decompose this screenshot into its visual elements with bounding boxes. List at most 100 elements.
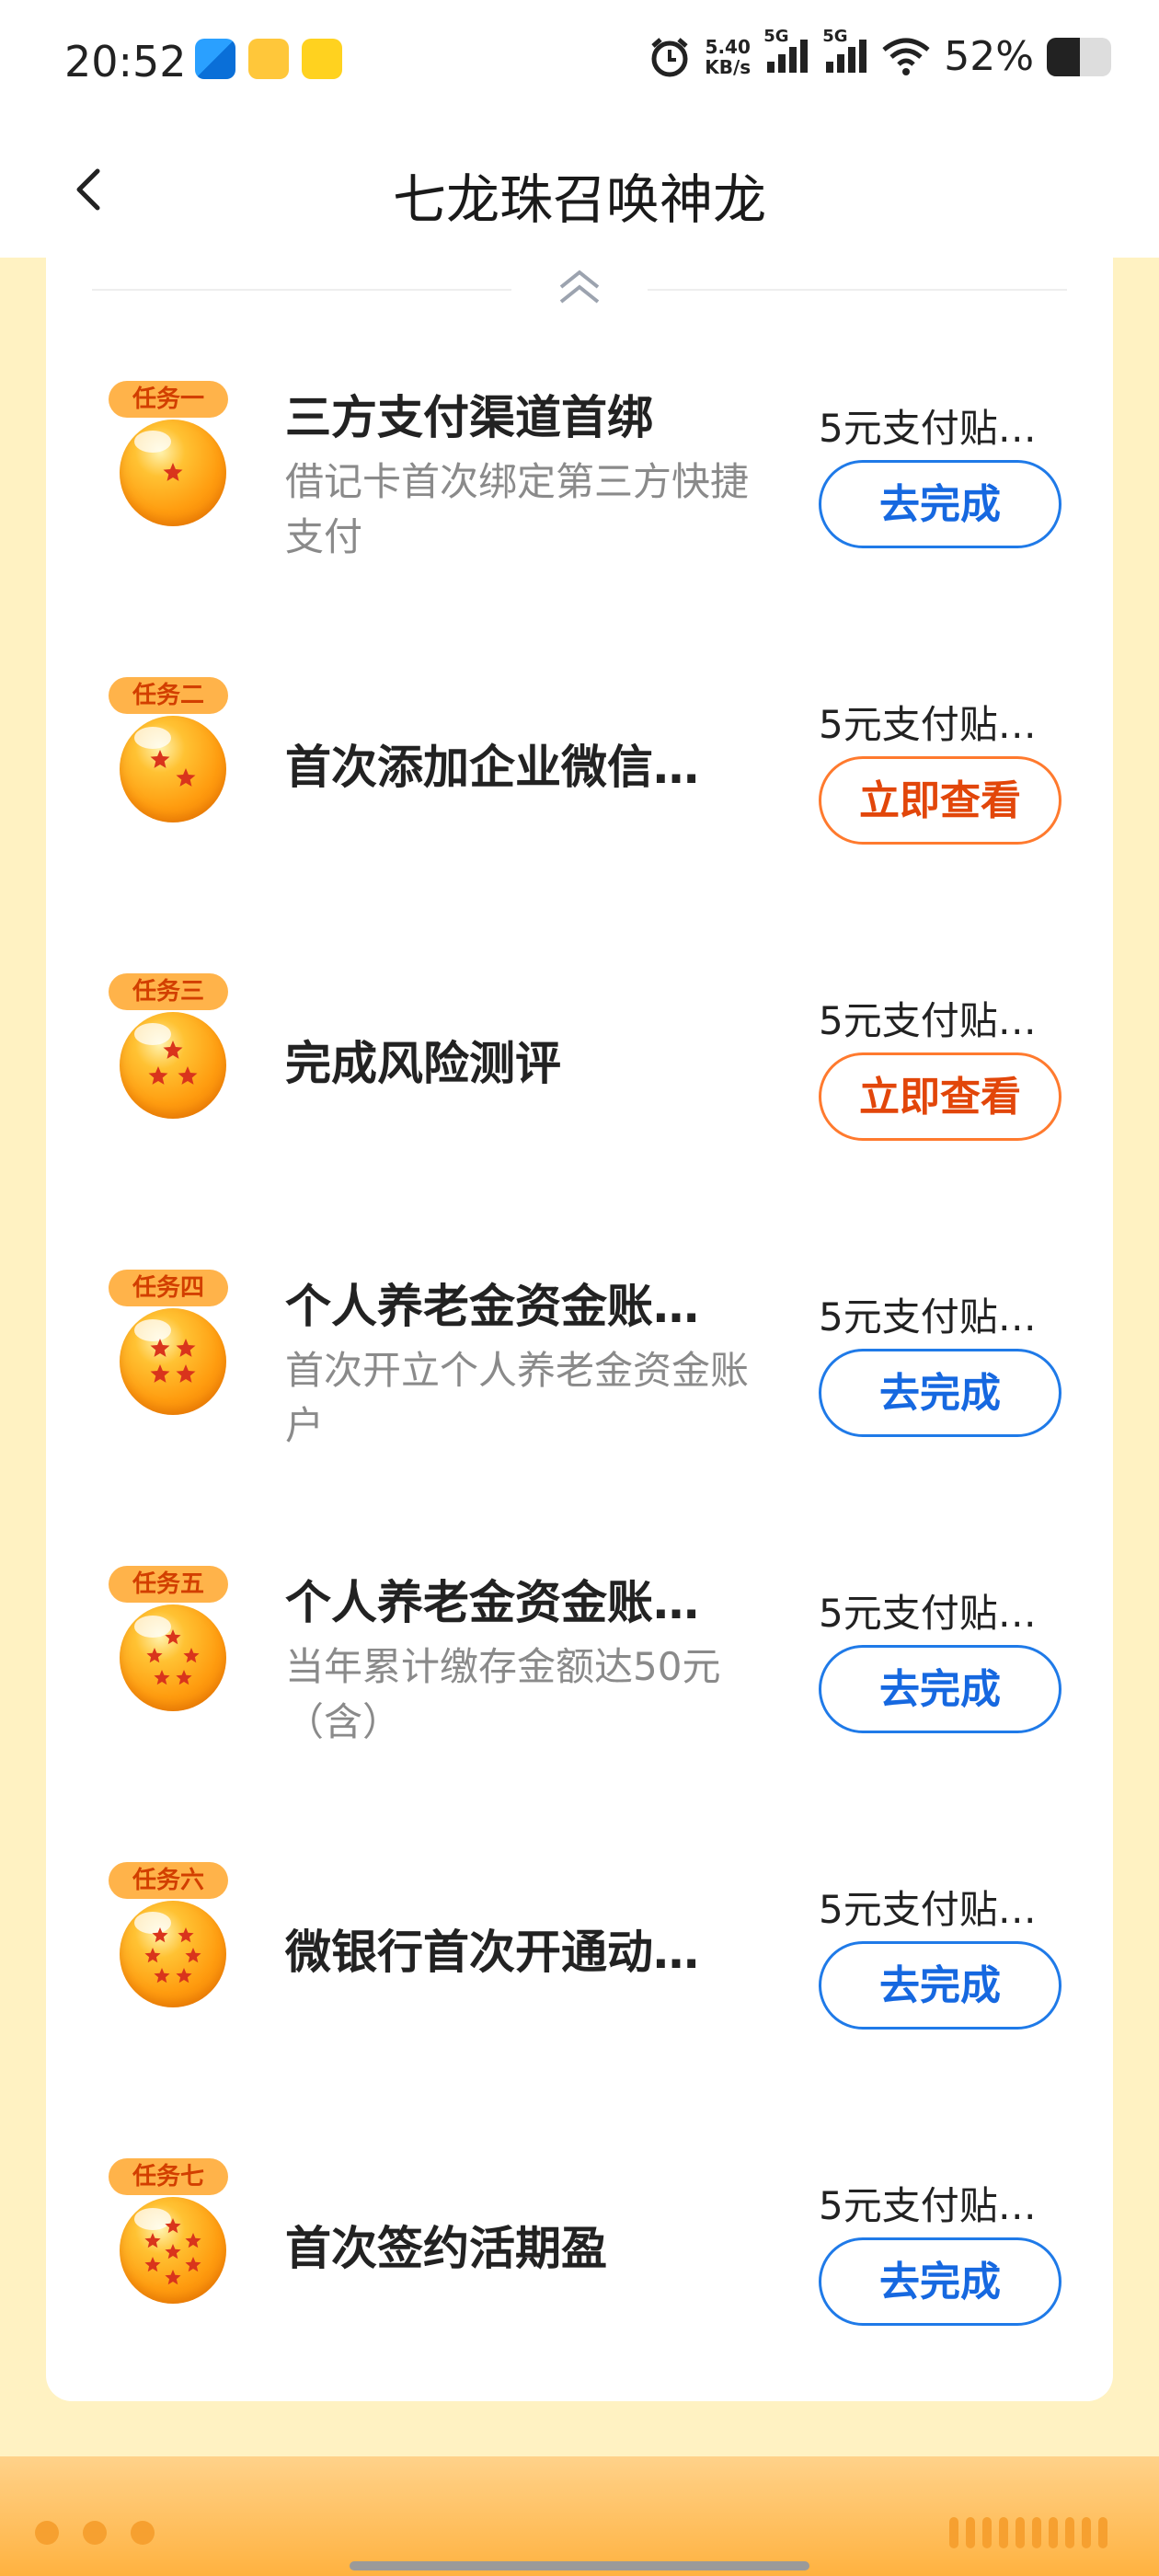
task-item: 任务七 首次签约活期盈 5元支付贴… 去完成 [46, 2158, 1113, 2455]
star-icon [185, 2257, 201, 2272]
star-icon [154, 1670, 170, 1685]
star-icon [150, 1364, 170, 1383]
star-icon [176, 1670, 192, 1685]
task-reward: 5元支付贴… [819, 2183, 1037, 2228]
folder-notification-icon [248, 39, 289, 79]
dragon-ball-icon [120, 1308, 226, 1415]
task-item: 任务六 微银行首次开通动… 5元支付贴… 去完成 [46, 1862, 1113, 2158]
star-icon [178, 1066, 198, 1085]
divider-left [92, 289, 511, 291]
status-bar: 20:52 5.40 KB/s 5G 5G 52% [0, 0, 1159, 129]
stars-group [134, 2208, 201, 2285]
task-action-button[interactable]: 去完成 [819, 1349, 1061, 1437]
dragon-ball-icon [120, 1901, 226, 2007]
task-badge: 任务一 [109, 381, 228, 418]
stars-group [134, 1912, 201, 1984]
star-icon [148, 1066, 168, 1085]
signal-strength-icon-2: 5G [822, 27, 868, 79]
dragon-ball-icon [120, 420, 226, 526]
net-speed-value: 5.40 [705, 35, 751, 58]
dragon-ball-icon [120, 1604, 226, 1711]
stars-group [134, 1023, 198, 1085]
stars-group [134, 431, 183, 481]
star-icon [185, 2233, 201, 2248]
task-reward: 5元支付贴… [819, 1294, 1037, 1340]
task-title: 个人养老金资金账… [285, 1280, 699, 1333]
bottom-decor-strip [0, 2456, 1159, 2576]
star-icon [176, 1339, 196, 1357]
task-reward: 5元支付贴… [819, 1887, 1037, 1932]
task-reward: 5元支付贴… [819, 998, 1037, 1043]
task-reward: 5元支付贴… [819, 1591, 1037, 1636]
task-action-button[interactable]: 立即查看 [819, 756, 1061, 845]
decor-bars [949, 2517, 1107, 2548]
star-icon [165, 2270, 181, 2285]
divider-right [648, 289, 1067, 291]
ball-highlight [134, 1616, 171, 1638]
task-action-button[interactable]: 去完成 [819, 1941, 1061, 2030]
stars-group [134, 1616, 200, 1685]
copy-notification-icon [302, 39, 342, 79]
net-speed-unit: KB/s [705, 55, 752, 78]
task-description: 借记卡首次绑定第三方快捷支付 [285, 459, 750, 559]
task-title: 首次添加企业微信… [285, 741, 699, 794]
star-icon [144, 2233, 161, 2248]
battery-fill [1047, 37, 1081, 76]
task-action-button[interactable]: 立即查看 [819, 1052, 1061, 1141]
notification-icons [195, 39, 342, 79]
dragon-ball-icon [120, 716, 226, 822]
home-indicator[interactable] [350, 2561, 809, 2570]
star-icon [176, 1364, 196, 1383]
task-reward: 5元支付贴… [819, 702, 1037, 747]
star-icon [163, 1041, 183, 1059]
task-reward: 5元支付贴… [819, 406, 1037, 451]
task-badge: 任务四 [109, 1270, 228, 1306]
task-item: 任务四 个人养老金资金账… 首次开立个人养老金资金账户 5元支付贴… 去完成 [46, 1270, 1113, 1566]
stars-group [134, 1319, 196, 1383]
status-indicators: 5.40 KB/s 5G 5G 52% [648, 27, 1111, 80]
status-time: 20:52 [64, 37, 187, 86]
star-icon [178, 1927, 194, 1943]
task-action-button[interactable]: 去完成 [819, 2237, 1061, 2326]
net-speed: 5.40 KB/s [705, 37, 751, 77]
task-action-button[interactable]: 去完成 [819, 1645, 1061, 1733]
ball-highlight [134, 2208, 171, 2230]
task-description: 首次开立个人养老金资金账户 [285, 1348, 750, 1448]
dragon-ball-icon [120, 1012, 226, 1119]
wifi-icon [882, 38, 930, 75]
collapse-chevron-icon[interactable] [552, 265, 607, 311]
ball-highlight [134, 1023, 171, 1045]
star-icon [154, 1968, 170, 1984]
task-title: 三方支付渠道首绑 [285, 391, 653, 444]
star-icon [165, 2244, 181, 2260]
star-icon [144, 2257, 161, 2272]
task-title: 个人养老金资金账… [285, 1576, 699, 1629]
ball-highlight [134, 1319, 171, 1341]
ball-highlight [134, 727, 171, 749]
alarm-icon [651, 37, 688, 76]
signal-label-1: 5G [763, 27, 789, 46]
task-title: 完成风险测评 [285, 1037, 561, 1090]
task-badge: 任务七 [109, 2158, 228, 2195]
star-icon [176, 768, 196, 787]
star-icon [185, 1948, 201, 1963]
signal-label-2: 5G [822, 27, 848, 46]
task-title: 微银行首次开通动… [285, 1926, 699, 1979]
task-item: 任务二 首次添加企业微信… 5元支付贴… 立即查看 [46, 677, 1113, 973]
star-icon [150, 750, 170, 768]
task-action-button[interactable]: 去完成 [819, 460, 1061, 548]
task-badge: 任务六 [109, 1862, 228, 1899]
task-item: 任务三 完成风险测评 5元支付贴… 立即查看 [46, 973, 1113, 1270]
task-badge: 任务二 [109, 677, 228, 714]
dragon-ball-icon [120, 2197, 226, 2304]
signal-strength-icon: 5G [763, 27, 809, 79]
star-icon [146, 1648, 163, 1663]
page-title: 七龙珠召唤神龙 [392, 168, 766, 231]
app-notification-icon [195, 39, 235, 79]
decor-dots [35, 2521, 155, 2545]
star-icon [183, 1648, 200, 1663]
battery-percent: 52% [944, 33, 1034, 80]
ball-highlight [134, 1912, 171, 1934]
task-badge: 任务三 [109, 973, 228, 1010]
battery-icon [1047, 37, 1111, 76]
